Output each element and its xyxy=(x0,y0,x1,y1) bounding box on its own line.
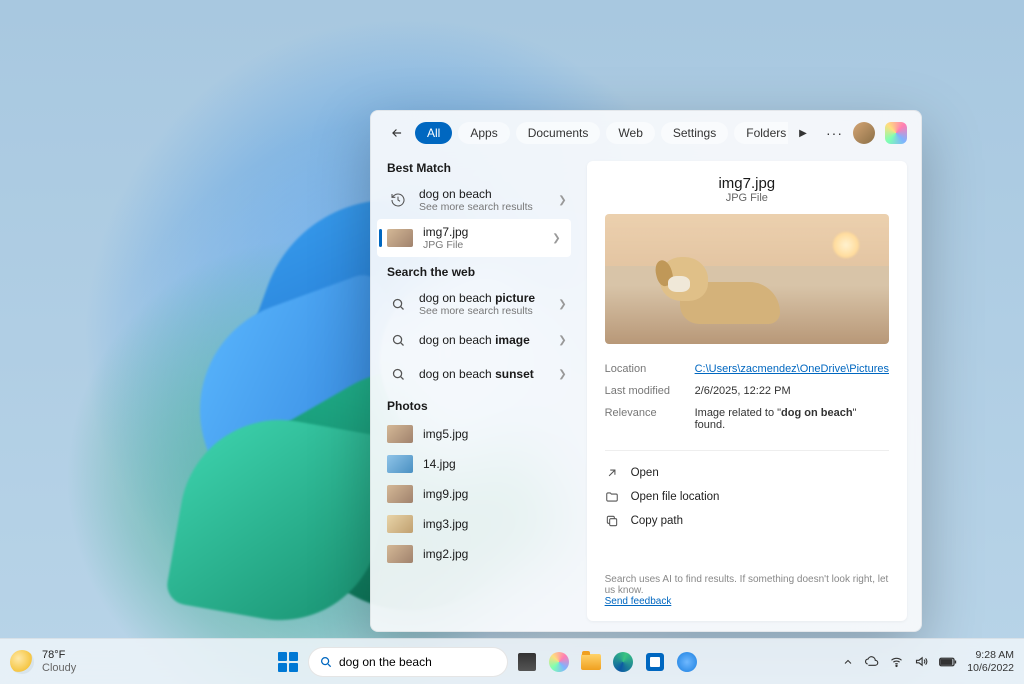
result-web[interactable]: dog on beach picture See more search res… xyxy=(371,285,577,323)
filter-all[interactable]: All xyxy=(415,122,452,144)
result-photo[interactable]: img5.jpg xyxy=(371,419,577,449)
photo-thumbnail xyxy=(387,545,413,563)
result-title: dog on beach sunset xyxy=(419,367,548,381)
chevron-right-icon: ❯ xyxy=(552,233,560,244)
onedrive-icon[interactable] xyxy=(864,654,879,669)
preview-pane: img7.jpg JPG File Location C:\Users\zacm… xyxy=(587,161,907,621)
result-subtitle: JPG File xyxy=(423,239,542,251)
tray-chevron-icon[interactable] xyxy=(842,656,854,668)
weather-condition: Cloudy xyxy=(42,662,76,675)
result-web[interactable]: dog on beach image ❯ xyxy=(371,323,577,357)
result-photo[interactable]: img3.jpg xyxy=(371,509,577,539)
preview-filetype: JPG File xyxy=(605,192,889,204)
result-title: img9.jpg xyxy=(423,487,567,501)
file-thumbnail xyxy=(387,229,413,247)
location-link[interactable]: C:\Users\zacmendez\OneDrive\Pictures xyxy=(695,363,889,375)
result-subtitle: See more search results xyxy=(419,201,548,213)
result-web[interactable]: dog on beach sunset ❯ xyxy=(371,357,577,391)
preview-image[interactable] xyxy=(605,214,889,344)
weather-temp: 78°F xyxy=(42,649,76,662)
section-photos: Photos xyxy=(371,391,577,419)
photo-thumbnail xyxy=(387,515,413,533)
edge-icon[interactable] xyxy=(610,649,636,675)
meta-value: 2/6/2025, 12:22 PM xyxy=(695,385,889,397)
result-title: dog on beach image xyxy=(419,333,548,347)
clock[interactable]: 9:28 AM 10/6/2022 xyxy=(967,649,1014,674)
battery-icon[interactable] xyxy=(939,656,957,668)
volume-icon[interactable] xyxy=(914,654,929,669)
chevron-right-icon: ❯ xyxy=(558,299,566,310)
open-button[interactable]: Open xyxy=(605,461,889,485)
task-view-button[interactable] xyxy=(514,649,540,675)
photo-thumbnail xyxy=(387,455,413,473)
preview-metadata: Location C:\Users\zacmendez\OneDrive\Pic… xyxy=(605,358,889,436)
search-icon xyxy=(387,293,409,315)
back-button[interactable] xyxy=(385,121,409,145)
copy-icon xyxy=(605,514,621,528)
start-button[interactable] xyxy=(274,648,302,676)
section-best-match: Best Match xyxy=(371,153,577,181)
history-icon xyxy=(387,189,409,211)
meta-label: Location xyxy=(605,363,695,375)
filter-folders[interactable]: Folders xyxy=(734,122,788,144)
weather-widget[interactable]: 78°F Cloudy xyxy=(10,649,170,674)
result-photo[interactable]: img9.jpg xyxy=(371,479,577,509)
result-history[interactable]: dog on beach See more search results ❯ xyxy=(371,181,577,219)
file-explorer-icon[interactable] xyxy=(578,649,604,675)
search-icon xyxy=(387,329,409,351)
copy-path-button[interactable]: Copy path xyxy=(605,509,889,533)
meta-value: Image related to "dog on beach" found. xyxy=(695,407,889,431)
filter-scroll-right[interactable]: ▶ xyxy=(794,128,812,139)
search-panel: All Apps Documents Web Settings Folders … xyxy=(370,110,922,632)
taskbar-search[interactable] xyxy=(308,647,508,677)
meta-label: Relevance xyxy=(605,407,695,431)
send-feedback-link[interactable]: Send feedback xyxy=(605,596,672,607)
chevron-right-icon: ❯ xyxy=(558,335,566,346)
meta-label: Last modified xyxy=(605,385,695,397)
result-subtitle: See more search results xyxy=(419,305,548,317)
filter-web[interactable]: Web xyxy=(606,122,654,144)
photo-thumbnail xyxy=(387,425,413,443)
filter-apps[interactable]: Apps xyxy=(458,122,509,144)
results-list: Best Match dog on beach See more search … xyxy=(371,153,577,631)
preview-title: img7.jpg xyxy=(605,175,889,192)
wifi-icon[interactable] xyxy=(889,654,904,669)
chevron-right-icon: ❯ xyxy=(558,369,566,380)
result-title: img3.jpg xyxy=(423,517,567,531)
preview-footer: Search uses AI to find results. If somet… xyxy=(605,564,889,607)
search-icon xyxy=(387,363,409,385)
date: 10/6/2022 xyxy=(967,662,1014,675)
taskbar: 78°F Cloudy 9:28 AM 10/6/2022 xyxy=(0,638,1024,684)
result-photo[interactable]: 14.jpg xyxy=(371,449,577,479)
result-title: img5.jpg xyxy=(423,427,567,441)
user-avatar[interactable] xyxy=(853,122,875,144)
open-location-button[interactable]: Open file location xyxy=(605,485,889,509)
result-title: dog on beach picture xyxy=(419,291,548,305)
more-options-button[interactable]: ··· xyxy=(826,125,843,141)
copilot-taskbar-icon[interactable] xyxy=(546,649,572,675)
photo-thumbnail xyxy=(387,485,413,503)
app-icon[interactable] xyxy=(674,649,700,675)
time: 9:28 AM xyxy=(967,649,1014,662)
section-search-web: Search the web xyxy=(371,257,577,285)
result-file-selected[interactable]: img7.jpg JPG File ❯ xyxy=(377,219,571,257)
result-title: img2.jpg xyxy=(423,547,567,561)
chevron-right-icon: ❯ xyxy=(558,195,566,206)
result-title: 14.jpg xyxy=(423,457,567,471)
folder-icon xyxy=(605,490,621,504)
result-title: img7.jpg xyxy=(423,225,542,239)
filter-documents[interactable]: Documents xyxy=(516,122,601,144)
search-filter-bar: All Apps Documents Web Settings Folders … xyxy=(371,111,921,153)
store-icon[interactable] xyxy=(642,649,668,675)
open-icon xyxy=(605,466,621,480)
search-icon xyxy=(319,655,333,669)
search-input[interactable] xyxy=(339,655,497,669)
filter-settings[interactable]: Settings xyxy=(661,122,728,144)
result-title: dog on beach xyxy=(419,187,548,201)
result-photo[interactable]: img2.jpg xyxy=(371,539,577,569)
copilot-icon[interactable] xyxy=(885,122,907,144)
weather-icon xyxy=(10,650,34,674)
